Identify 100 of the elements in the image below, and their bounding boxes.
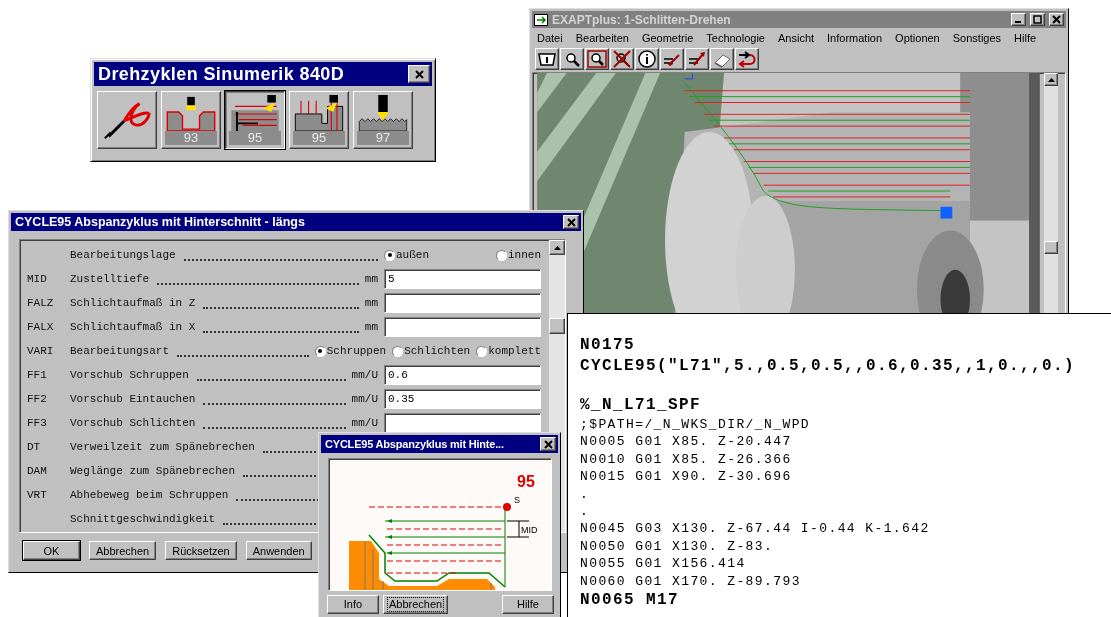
maximize-button[interactable]	[1030, 13, 1045, 26]
up-arrow-icon	[553, 245, 561, 250]
window-title: EXAPTplus: 1-Schlitten-Drehen	[552, 12, 732, 27]
code-line: N0045 G03 X130. Z-67.44 I-0.44 K-1.642	[580, 520, 930, 538]
dialog-button[interactable]: Anwenden	[245, 541, 312, 560]
radio-button[interactable]	[496, 249, 507, 261]
code-line: N0065 M17	[580, 590, 679, 612]
menu-item[interactable]: Geometrie	[641, 31, 694, 44]
dialog-button[interactable]: Rücksetzen	[165, 541, 237, 560]
toolbar-button[interactable]	[660, 48, 684, 70]
parameter-code: MID	[27, 273, 48, 285]
toolbar-button[interactable]	[560, 48, 584, 70]
info-icon	[636, 49, 658, 69]
up-arrow-icon	[1047, 77, 1055, 82]
input-field[interactable]: 0.35	[384, 389, 541, 409]
close-button[interactable]	[563, 215, 579, 229]
parameter-label: Abhebeweg beim Schruppen	[70, 489, 229, 501]
code-line: N0010 G01 X85. Z-26.366	[580, 450, 792, 469]
input-field[interactable]	[384, 317, 541, 337]
return-arrow-icon	[736, 49, 758, 69]
radio-button[interactable]	[392, 345, 404, 357]
input-field[interactable]	[384, 293, 541, 313]
parameter-label: Schlichtaufmaß in X	[70, 321, 196, 333]
window-title: CYCLE95 Abspanzyklus mit Hinte...	[325, 438, 505, 450]
undercut-icon	[293, 95, 345, 131]
parameter-label: Vorschub Schruppen	[70, 369, 189, 381]
radio-button[interactable]	[476, 345, 488, 357]
groove-icon	[165, 95, 217, 131]
code-line: CYCLE95("L71",5.,0.5,0.5,,0.6,0.35,,1,0.,,0.)	[580, 356, 1076, 377]
parameter-code: FF3	[27, 417, 48, 429]
crossed-magnifier-icon	[611, 49, 633, 69]
parameter-label: Schlichtaufmaß in Z	[70, 297, 196, 309]
unit-label: mm	[364, 273, 378, 285]
parameter-code: FF2	[27, 393, 48, 405]
magnifier-frame-icon	[586, 49, 608, 69]
radio-label: Schlichten	[404, 345, 471, 357]
parameter-label: Weglänge zum Spänebrechen	[70, 465, 236, 477]
code-line: N0015 G01 X90. Z-30.696	[580, 468, 792, 486]
scroll-thumb[interactable]	[1044, 241, 1058, 254]
input-field[interactable]: 0.6	[384, 365, 541, 385]
scroll-up-button[interactable]	[549, 240, 565, 255]
start-point-label: S	[514, 495, 520, 505]
maximize-icon	[1033, 15, 1042, 24]
scroll-thumb[interactable]	[549, 318, 565, 334]
code-line: N0050 G01 X130. Z-83.	[580, 537, 774, 556]
dialog-button[interactable]: Abbrechen	[89, 541, 157, 560]
menu-item[interactable]: Hilfe	[1014, 31, 1037, 44]
close-icon	[414, 69, 424, 79]
dialog-button[interactable]: Hilfe	[502, 595, 554, 614]
parameter-label: Schnittgeschwindigkeit	[70, 513, 216, 525]
parameter-code: DAM	[27, 465, 48, 477]
parameter-label: Vorschub Eintauchen	[70, 393, 196, 405]
input-field[interactable]	[384, 413, 541, 433]
minimize-button[interactable]	[1011, 13, 1026, 26]
window-title: Drehzyklen Sinumerik 840D	[98, 63, 346, 85]
radio-label: Schruppen	[326, 345, 387, 357]
radio-button[interactable]	[384, 249, 395, 261]
code-line: N0055 G01 X156.414	[580, 555, 746, 573]
parameter-code: VARI	[27, 345, 55, 357]
parameter-label: Bearbeitungsart	[70, 345, 170, 357]
unit-label: mm/U	[351, 369, 378, 381]
toolbar-button[interactable]	[635, 48, 659, 70]
menu-item[interactable]: Technologie	[706, 31, 765, 44]
app-icon	[534, 13, 548, 26]
parameter-code: FALX	[27, 321, 55, 333]
toolbar-button[interactable]	[585, 48, 609, 70]
parameter-label: Zustelltiefe	[70, 273, 150, 285]
dialog-button[interactable]: Info	[327, 595, 379, 614]
radio-label: außen	[396, 249, 429, 261]
close-button[interactable]	[408, 65, 430, 83]
parameter-code: FF1	[27, 369, 48, 381]
dialog-button[interactable]: Abbrechen	[383, 595, 449, 614]
menu-item[interactable]: Sonstiges	[952, 31, 1002, 44]
code-line: N0175	[580, 335, 635, 356]
toolbar-button[interactable]	[710, 48, 734, 70]
stock-removal-icon	[229, 95, 281, 131]
menu-item[interactable]: Ansicht	[778, 31, 815, 44]
close-button[interactable]	[1049, 13, 1064, 26]
unit-label: mm	[364, 321, 378, 333]
close-icon	[566, 217, 576, 227]
menu-item[interactable]: Bearbeiten	[575, 31, 629, 44]
close-icon	[1052, 15, 1061, 24]
unit-label: mm/U	[351, 417, 378, 429]
cycle-button[interactable]	[97, 91, 157, 149]
menu-item[interactable]: Optionen	[895, 31, 940, 44]
toolbar-button[interactable]	[535, 48, 559, 70]
input-field[interactable]: 5	[384, 269, 541, 289]
toolbar-button[interactable]	[685, 48, 709, 70]
toolbar-button[interactable]	[735, 48, 759, 70]
radio-button[interactable]	[314, 345, 326, 357]
unit-label: mm/U	[351, 393, 378, 405]
close-button[interactable]	[540, 437, 556, 451]
menu-item[interactable]: Datei	[537, 31, 563, 44]
window-title: CYCLE95 Abspanzyklus mit Hinterschnitt - längs	[15, 215, 306, 229]
menu-item[interactable]: Information	[827, 31, 883, 44]
code-line: N0060 G01 X170. Z-89.793	[580, 572, 801, 591]
toolbar-button[interactable]	[610, 48, 634, 70]
dialog-button[interactable]: OK	[23, 541, 80, 560]
radio-label: komplett	[488, 345, 541, 357]
scroll-up-button[interactable]	[1044, 73, 1058, 86]
